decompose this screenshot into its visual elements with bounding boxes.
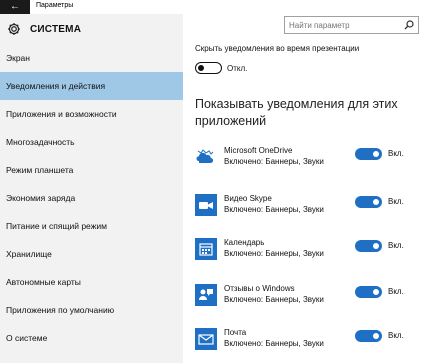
toggle-knob [198,64,204,71]
gear-icon [8,23,20,35]
app-row-mail: Почта Включено: Баннеры, Звуки Вкл. [195,326,424,360]
apps-section-heading: Показывать уведомления для этих приложен… [195,97,398,128]
window-title: Параметры [36,2,74,9]
search-box[interactable] [284,16,419,34]
sidebar-item-battery-saver[interactable]: Экономия заряда [0,184,183,212]
sidebar-item-storage[interactable]: Хранилище [0,240,183,268]
toggle-state: Вкл. [388,287,404,296]
windows-feedback-toggle[interactable] [355,286,382,298]
sidebar: СИСТЕМА Экран Уведомления и действия При… [0,14,183,363]
presentation-setting-label: Скрыть уведомления во время презентации [195,44,360,53]
sidebar-item-power-sleep[interactable]: Питание и спящий режим [0,212,183,240]
sidebar-item-offline-maps[interactable]: Автономные карты [0,268,183,296]
mail-icon [195,328,217,350]
presentation-toggle-state: Откл. [227,64,248,73]
app-status: Включено: Баннеры, Звуки [224,295,324,304]
app-row-windows-feedback: Отзывы о Windows Включено: Баннеры, Звук… [195,282,424,316]
nav-list: Экран Уведомления и действия Приложения … [0,44,183,352]
sidebar-item-notifications[interactable]: Уведомления и действия [0,72,183,100]
app-name: Почта [224,328,247,337]
skype-video-icon [195,194,217,216]
toggle-state: Вкл. [388,197,404,206]
sidebar-item-display[interactable]: Экран [0,44,183,72]
app-status: Включено: Баннеры, Звуки [224,339,324,348]
onedrive-toggle[interactable] [355,148,382,160]
toggle-knob [373,333,379,339]
sidebar-item-about[interactable]: О системе [0,324,183,352]
title-bar: ← Параметры [0,0,424,14]
search-icon[interactable] [404,20,414,30]
calendar-toggle[interactable] [355,240,382,252]
toggle-knob [373,289,379,295]
search-input[interactable] [289,17,399,33]
app-row-calendar: Календарь Включено: Баннеры, Звуки Вкл. [195,236,424,270]
sidebar-item-default-apps[interactable]: Приложения по умолчанию [0,296,183,324]
section-title: СИСТЕМА [30,24,82,35]
toggle-knob [373,151,379,157]
calendar-icon [195,238,217,260]
app-status: Включено: Баннеры, Звуки [224,157,324,166]
app-name: Видео Skype [224,194,272,203]
app-row-skype-video: Видео Skype Включено: Баннеры, Звуки Вкл… [195,192,424,226]
toggle-state: Вкл. [388,331,404,340]
presentation-toggle[interactable] [195,62,222,74]
main-content: Скрыть уведомления во время презентации … [183,44,424,363]
toggle-state: Вкл. [388,149,404,158]
app-status: Включено: Баннеры, Звуки [224,249,324,258]
sidebar-item-apps-features[interactable]: Приложения и возможности [0,100,183,128]
toggle-knob [373,199,379,205]
mail-toggle[interactable] [355,330,382,342]
app-row-onedrive: Microsoft OneDrive Включено: Баннеры, Зв… [195,144,424,178]
app-name: Отзывы о Windows [224,284,295,293]
sidebar-header: СИСТЕМА [0,14,183,44]
back-arrow-icon: ← [10,1,20,12]
toggle-state: Вкл. [388,241,404,250]
app-status: Включено: Баннеры, Звуки [224,205,324,214]
onedrive-icon [195,146,217,168]
skype-video-toggle[interactable] [355,196,382,208]
sidebar-item-multitasking[interactable]: Многозадачность [0,128,183,156]
app-name: Microsoft OneDrive [224,146,293,155]
app-name: Календарь [224,238,265,247]
back-button[interactable]: ← [0,0,30,14]
sidebar-item-tablet-mode[interactable]: Режим планшета [0,156,183,184]
toggle-knob [373,243,379,249]
feedback-icon [195,284,217,306]
